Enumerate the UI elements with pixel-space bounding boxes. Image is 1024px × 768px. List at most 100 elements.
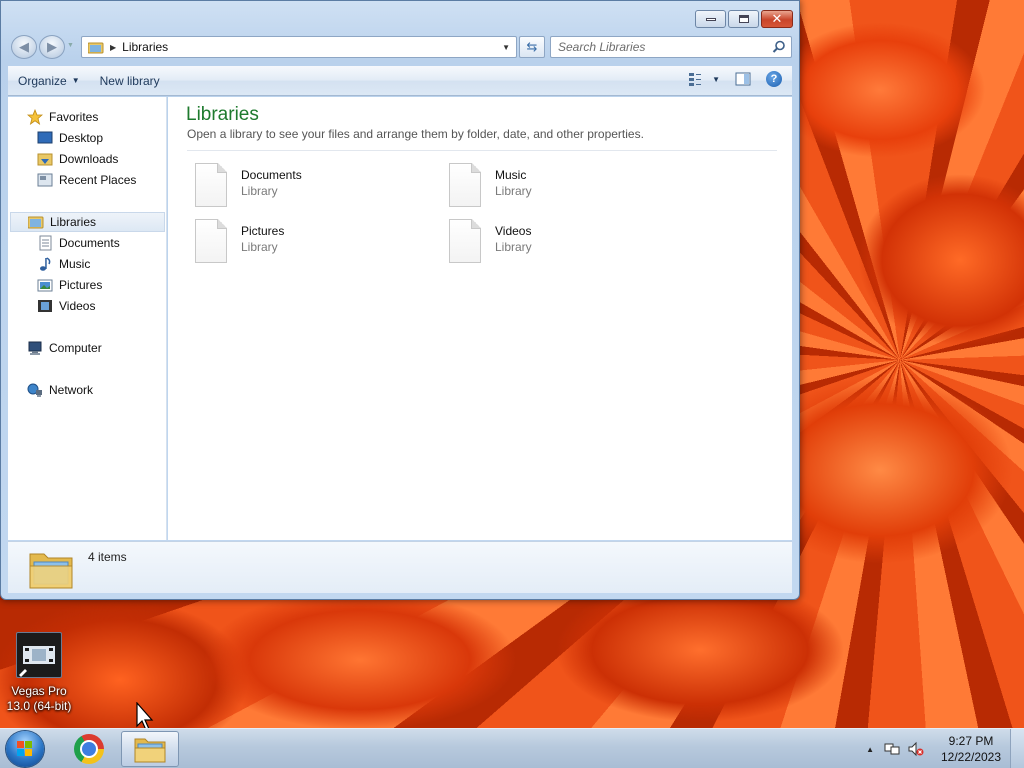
address-bar[interactable]: ▶ Libraries ▼ — [81, 36, 517, 58]
command-bar: Organize ▼ New library ▼ ? — [8, 66, 792, 96]
caption-buttons: ✕ — [695, 10, 793, 28]
videos-icon — [37, 298, 53, 314]
nav-pictures-label: Pictures — [59, 278, 103, 292]
library-tile-kind: Library — [495, 184, 532, 198]
nav-music[interactable]: Music — [37, 254, 90, 274]
recent-pages-dropdown[interactable]: ▼ — [67, 42, 74, 49]
desktop-icon-label: Vegas Pro 13.0 (64-bit) — [0, 684, 78, 714]
taskbar-chrome-button[interactable] — [60, 731, 118, 767]
nav-desktop[interactable]: Desktop — [37, 128, 103, 148]
desktop-icon-label-line1: Vegas Pro — [11, 684, 67, 698]
show-desktop-button[interactable] — [1010, 729, 1024, 768]
library-tile-kind: Library — [241, 184, 278, 198]
search-icon[interactable] — [772, 40, 786, 54]
maximize-button[interactable] — [728, 10, 759, 28]
libraries-large-icon — [29, 553, 73, 589]
network-icon — [27, 382, 43, 398]
nav-favorites[interactable]: Favorites — [26, 107, 99, 127]
organize-button[interactable]: Organize ▼ — [8, 70, 90, 92]
library-tile-documents[interactable]: Documents Library — [187, 163, 427, 209]
document-file-icon — [449, 219, 481, 263]
desktop-icon — [37, 130, 53, 146]
clock[interactable]: 9:27 PM 12/22/2023 — [932, 733, 1010, 765]
breadcrumb-libraries[interactable]: Libraries — [122, 40, 168, 54]
start-button[interactable] — [6, 731, 44, 767]
library-tile-music[interactable]: Music Library — [441, 163, 681, 209]
navigation-pane: Favorites Desktop Downloads Recent Place… — [8, 97, 167, 540]
nav-network-label: Network — [49, 383, 94, 397]
minimize-button[interactable] — [695, 10, 726, 28]
computer-icon — [27, 340, 43, 356]
nav-videos-label: Videos — [59, 299, 96, 313]
library-tile-name: Pictures — [241, 224, 285, 238]
vegas-pro-icon — [16, 632, 62, 678]
search-box[interactable] — [550, 36, 792, 58]
document-file-icon — [449, 163, 481, 207]
chevron-down-icon: ▼ — [71, 76, 80, 85]
music-icon — [37, 256, 53, 272]
taskbar-explorer-button[interactable] — [121, 731, 179, 767]
clock-date: 12/22/2023 — [940, 750, 1002, 764]
page-subtitle: Open a library to see your files and arr… — [187, 127, 644, 141]
forward-button[interactable]: ▶ — [39, 35, 65, 59]
nav-documents-label: Documents — [59, 236, 120, 250]
nav-favorites-label: Favorites — [49, 110, 99, 124]
clock-time: 9:27 PM — [948, 734, 994, 748]
windows-logo-icon — [17, 741, 32, 756]
maximize-icon — [738, 15, 749, 23]
show-hidden-icons-icon[interactable]: ▲ — [866, 745, 874, 754]
refresh-button[interactable]: ⇆ — [519, 36, 545, 58]
nav-downloads[interactable]: Downloads — [37, 149, 118, 169]
library-tile-name: Videos — [495, 224, 532, 238]
document-file-icon — [195, 219, 227, 263]
nav-music-label: Music — [59, 257, 91, 271]
downloads-folder-icon — [37, 151, 53, 167]
volume-muted-icon[interactable] — [908, 741, 924, 757]
breadcrumb-separator-icon[interactable]: ▶ — [110, 43, 116, 52]
pictures-icon — [37, 277, 53, 293]
close-button[interactable]: ✕ — [761, 10, 793, 28]
details-pane: 4 items — [8, 541, 792, 593]
navigation-row: ◀ ▶ ▼ ▶ Libraries ▼ ⇆ — [9, 34, 793, 60]
star-icon — [26, 108, 44, 125]
document-file-icon — [195, 163, 227, 207]
system-tray: ▲ 9:27 PM 12/22/2023 — [866, 729, 1024, 768]
view-options-dropdown-icon[interactable]: ▼ — [712, 75, 720, 84]
refresh-icon: ⇆ — [526, 39, 538, 54]
nav-libraries[interactable]: Libraries — [10, 212, 165, 232]
organize-label: Organize — [18, 73, 67, 88]
nav-network[interactable]: Network — [27, 380, 93, 400]
nav-pictures[interactable]: Pictures — [37, 275, 102, 295]
nav-computer[interactable]: Computer — [27, 338, 102, 358]
nav-recent-places-label: Recent Places — [59, 173, 137, 187]
recent-places-icon — [37, 172, 53, 188]
back-button[interactable]: ◀ — [11, 35, 37, 59]
network-status-icon[interactable] — [884, 741, 900, 757]
nav-computer-label: Computer — [49, 341, 102, 355]
close-icon: ✕ — [771, 11, 783, 27]
nav-downloads-label: Downloads — [59, 152, 119, 166]
library-tile-pictures[interactable]: Pictures Library — [187, 219, 427, 265]
desktop-icon-vegas-pro[interactable]: Vegas Pro 13.0 (64-bit) — [0, 632, 78, 714]
nav-videos[interactable]: Videos — [37, 296, 95, 316]
library-tile-kind: Library — [495, 240, 532, 254]
documents-icon — [37, 235, 53, 251]
nav-recent-places[interactable]: Recent Places — [37, 170, 136, 190]
preview-pane-icon[interactable] — [734, 71, 752, 87]
search-input[interactable] — [558, 40, 768, 54]
address-dropdown-icon[interactable]: ▼ — [502, 43, 510, 52]
explorer-window: ✕ ◀ ▶ ▼ ▶ Libraries ▼ ⇆ Organize ▼ New l… — [0, 0, 800, 600]
library-tile-videos[interactable]: Videos Library — [441, 219, 681, 265]
library-tile-name: Music — [495, 168, 527, 182]
arrow-left-icon: ◀ — [19, 39, 29, 54]
nav-documents[interactable]: Documents — [37, 233, 120, 253]
library-tile-kind: Library — [241, 240, 278, 254]
command-bar-right: ▼ ? — [688, 71, 782, 87]
desktop-icon-label-line2: 13.0 (64-bit) — [6, 699, 72, 713]
help-icon[interactable]: ? — [766, 71, 782, 87]
explorer-folder-icon — [134, 738, 166, 763]
page-title: Libraries — [186, 104, 259, 125]
new-library-button[interactable]: New library — [90, 70, 170, 92]
change-view-icon[interactable] — [688, 71, 706, 87]
item-count: 4 items — [88, 550, 127, 564]
